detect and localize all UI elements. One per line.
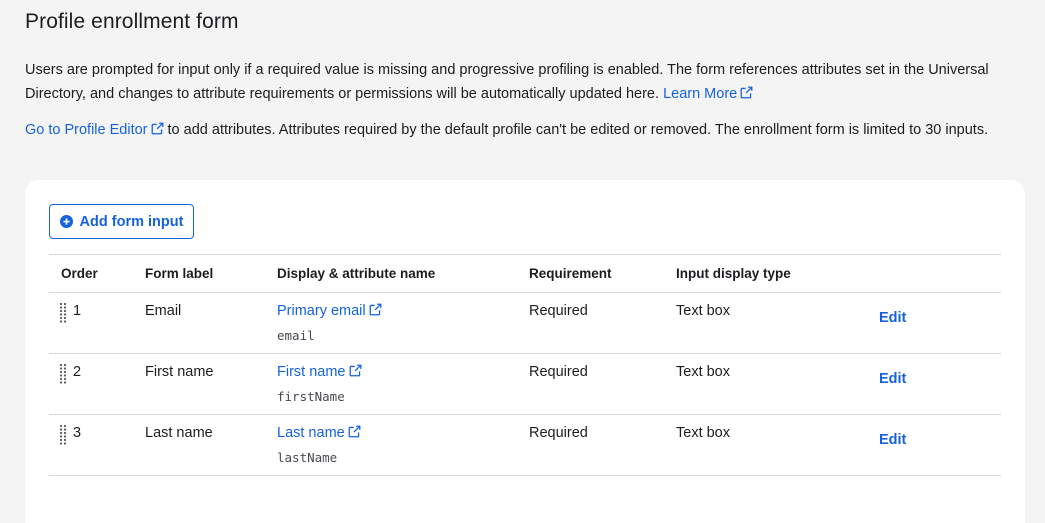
- edit-button[interactable]: Edit: [879, 432, 906, 448]
- header-attribute-name: Display & attribute name: [277, 266, 436, 281]
- edit-button[interactable]: Edit: [879, 371, 906, 387]
- attribute-display-label: First name: [277, 364, 346, 380]
- page-title: Profile enrollment form: [25, 10, 239, 33]
- table-row: 2 First name First name firstName Requir…: [49, 354, 1001, 415]
- row-form-label: Email: [145, 303, 182, 319]
- attribute-display-link[interactable]: Primary email: [277, 303, 382, 319]
- attribute-variable-name: email: [277, 328, 315, 343]
- attribute-display-label: Last name: [277, 425, 345, 441]
- row-form-label: Last name: [145, 425, 213, 441]
- learn-more-link[interactable]: Learn More: [663, 86, 753, 102]
- add-form-input-button[interactable]: Add form input: [49, 204, 194, 239]
- edit-button[interactable]: Edit: [879, 310, 906, 326]
- row-input-type: Text box: [676, 425, 730, 441]
- header-order: Order: [61, 266, 98, 281]
- row-order: 3: [73, 425, 82, 441]
- drag-handle-icon[interactable]: [59, 363, 67, 385]
- form-inputs-table: Order Form label Display & attribute nam…: [49, 254, 1001, 476]
- page: Profile enrollment form Users are prompt…: [0, 0, 1045, 523]
- row-order: 2: [73, 364, 82, 380]
- drag-handle-icon[interactable]: [59, 424, 67, 446]
- add-form-input-label: Add form input: [79, 213, 184, 230]
- enrollment-form-card: Add form input Order Form label Display …: [25, 180, 1025, 523]
- row-requirement: Required: [529, 425, 588, 441]
- table-row: 3 Last name Last name lastName Required …: [49, 415, 1001, 476]
- header-form-label: Form label: [145, 266, 214, 281]
- row-input-type: Text box: [676, 364, 730, 380]
- header-requirement: Requirement: [529, 266, 612, 281]
- profile-editor-link[interactable]: Go to Profile Editor: [25, 122, 164, 138]
- table-row: 1 Email Primary email email Required Tex…: [49, 293, 1001, 354]
- header-input-type: Input display type: [676, 266, 791, 281]
- external-link-icon: [369, 303, 382, 316]
- row-requirement: Required: [529, 364, 588, 380]
- attribute-display-link[interactable]: Last name: [277, 425, 361, 441]
- table-header: Order Form label Display & attribute nam…: [49, 254, 1001, 293]
- profile-editor-label: Go to Profile Editor: [25, 122, 148, 138]
- external-link-icon: [348, 425, 361, 438]
- row-input-type: Text box: [676, 303, 730, 319]
- attribute-variable-name: lastName: [277, 450, 338, 465]
- row-requirement: Required: [529, 303, 588, 319]
- row-form-label: First name: [145, 364, 214, 380]
- description-paragraph: Users are prompted for input only if a r…: [25, 58, 1025, 106]
- drag-handle-icon[interactable]: [59, 302, 67, 324]
- profile-editor-text: to add attributes. Attributes required b…: [167, 122, 989, 138]
- attribute-display-label: Primary email: [277, 303, 366, 319]
- attribute-display-link[interactable]: First name: [277, 364, 362, 380]
- row-order: 1: [73, 303, 82, 319]
- profile-editor-paragraph: Go to Profile Editor to add attributes. …: [25, 118, 1025, 142]
- attribute-variable-name: firstName: [277, 389, 345, 404]
- external-link-icon: [349, 364, 361, 377]
- external-link-icon: [740, 86, 753, 99]
- description-text: Users are prompted for input only if a r…: [25, 62, 989, 102]
- learn-more-label: Learn More: [663, 86, 738, 102]
- external-link-icon: [151, 122, 163, 135]
- plus-circle-icon: [59, 215, 73, 228]
